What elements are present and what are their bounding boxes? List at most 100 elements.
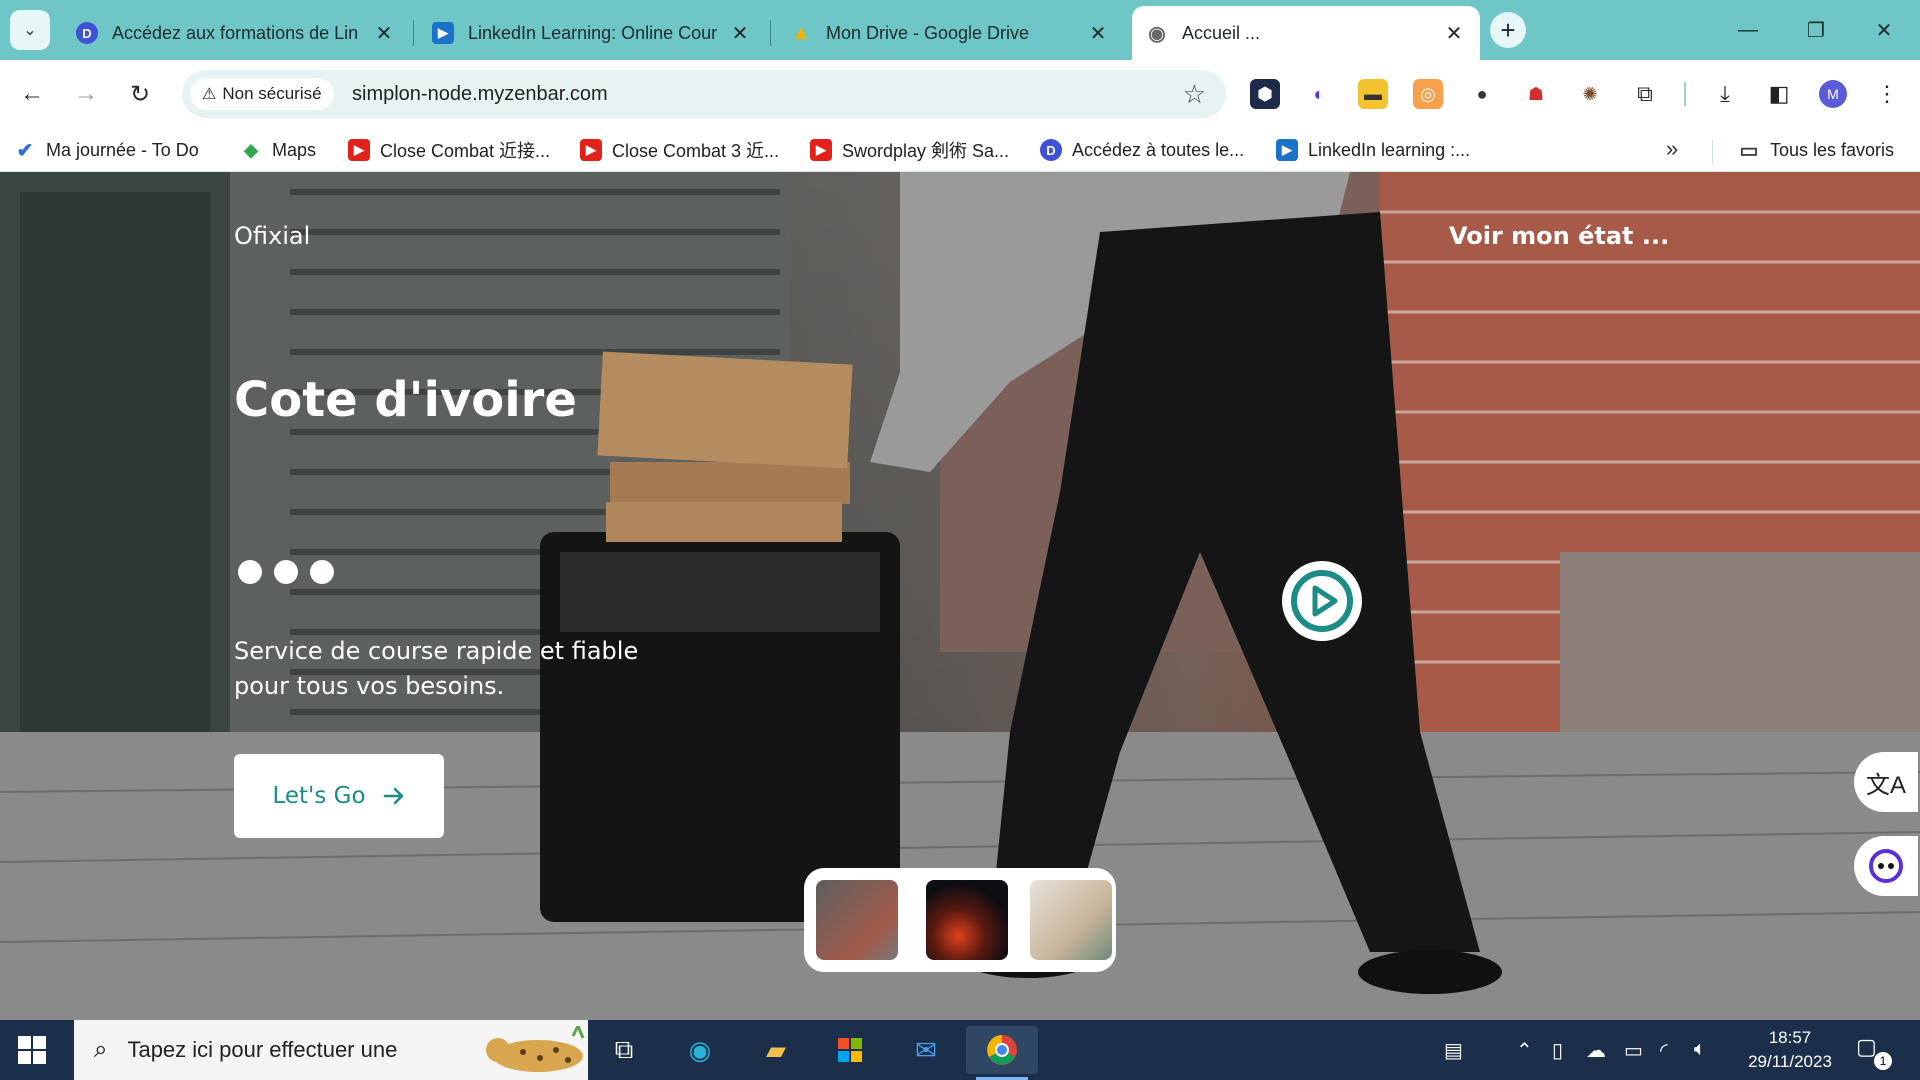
browser-toolbar: ← → ↻ ⚠ Non sécurisé simplon-node.myzenb…: [0, 60, 1920, 128]
arrow-right-icon: [383, 787, 403, 805]
close-icon[interactable]: ✕: [372, 21, 396, 46]
google-drive-icon: ▲: [791, 21, 811, 44]
chrome-icon[interactable]: [966, 1026, 1038, 1080]
address-bar[interactable]: ⚠ Non sécurisé simplon-node.myzenbar.com…: [182, 70, 1226, 118]
file-explorer-icon[interactable]: ▰: [746, 1026, 806, 1074]
hero-section: Ofixial Voir mon état ... Cote d'ivoire …: [0, 172, 1920, 1020]
extension-owl-icon[interactable]: ☗: [1521, 79, 1551, 109]
chat-bubble-icon: ▢: [1856, 1034, 1877, 1059]
search-placeholder: Tapez ici pour effectuer une: [127, 1037, 398, 1062]
youtube-icon: ▶: [348, 139, 370, 161]
side-panel-icon[interactable]: ◧: [1764, 79, 1794, 109]
bookmarks-overflow-chevron-icon[interactable]: »: [1666, 136, 1678, 162]
bookmark-close-combat[interactable]: ▶ Close Combat 近接...: [348, 136, 550, 164]
meet-now-icon[interactable]: ▯: [1552, 1038, 1563, 1063]
globe-icon: ◉: [1148, 22, 1166, 45]
download-icon[interactable]: ⤓: [1710, 79, 1740, 109]
notification-center-icon[interactable]: ▢ 1: [1856, 1034, 1892, 1070]
bookmarks-bar: ✔ Ma journée - To Do ◆ Maps ▶ Close Comb…: [0, 128, 1920, 172]
all-bookmarks-button[interactable]: ▭ Tous les favoris: [1738, 136, 1895, 164]
bookmark-star-icon[interactable]: ☆: [1183, 79, 1206, 110]
bookmark-linkedin-learning[interactable]: ▶ LinkedIn learning :...: [1276, 136, 1470, 164]
tab-divider: [413, 20, 414, 46]
kebab-menu-icon[interactable]: ⋮: [1872, 79, 1902, 109]
chevron-up-icon[interactable]: ⌃: [1516, 1038, 1533, 1063]
tab-search-button[interactable]: ⌄: [10, 10, 50, 50]
new-tab-button[interactable]: +: [1490, 12, 1526, 48]
bookmark-todo[interactable]: ✔ Ma journée - To Do: [14, 136, 199, 164]
extension-balls-icon[interactable]: ●: [1467, 79, 1497, 109]
minimize-button[interactable]: —: [1728, 12, 1768, 48]
d-logo-icon: D: [1040, 139, 1062, 161]
bookmark-label: Close Combat 3 近...: [612, 141, 780, 161]
close-icon[interactable]: ✕: [728, 21, 752, 46]
thumbnail-night-road[interactable]: [926, 880, 1008, 960]
volume-icon[interactable]: 🔈︎: [1694, 1038, 1706, 1061]
toolbar-divider: [1684, 82, 1686, 106]
profile-avatar[interactable]: M: [1819, 80, 1847, 108]
play-video-button[interactable]: [1282, 561, 1362, 641]
security-chip[interactable]: ⚠ Non sécurisé: [190, 78, 334, 110]
security-label: Non sécurisé: [222, 84, 322, 103]
bookmark-label: LinkedIn learning :...: [1308, 139, 1471, 160]
extension-folder-icon[interactable]: ▬: [1358, 79, 1388, 109]
wifi-icon[interactable]: ◜: [1660, 1038, 1668, 1063]
tab-title: Accueil ...: [1182, 22, 1261, 43]
thumbnail-delivery[interactable]: [816, 880, 898, 960]
chrome-logo-icon: [987, 1035, 1017, 1065]
tab-formations[interactable]: D Accédez aux formations de Lin ✕: [62, 6, 410, 60]
bookmark-swordplay[interactable]: ▶ Swordplay 剣術 Sa...: [810, 136, 1009, 164]
extension-camera-icon[interactable]: ◎: [1413, 79, 1443, 109]
bookmark-close-combat-3[interactable]: ▶ Close Combat 3 近...: [580, 136, 779, 164]
linkedin-learning-icon: ▶: [432, 22, 454, 44]
tab-accueil[interactable]: ◉ Accueil ... ✕: [1132, 6, 1480, 60]
brand-logo[interactable]: Ofixial: [234, 222, 310, 250]
bookmark-label: Ma journée - To Do: [46, 139, 199, 160]
puzzle-icon[interactable]: ⧉: [1630, 79, 1660, 109]
taskbar-clock[interactable]: 18:57 29/11/2023: [1740, 1026, 1840, 1074]
close-window-button[interactable]: ✕: [1864, 12, 1904, 48]
tab-title: Mon Drive - Google Drive: [826, 22, 1030, 43]
dot: [238, 560, 262, 584]
youtube-icon: ▶: [580, 139, 602, 161]
reload-button[interactable]: ↻: [122, 76, 158, 112]
tab-divider: [770, 20, 771, 46]
translate-button[interactable]: 文A: [1854, 752, 1918, 812]
thumbnail-moving-boxes[interactable]: [1030, 880, 1112, 960]
onedrive-cloud-icon[interactable]: ☁: [1586, 1038, 1606, 1063]
bookmark-maps[interactable]: ◆ Maps: [240, 136, 316, 164]
nav-status-link[interactable]: Voir mon état ...: [1449, 222, 1669, 250]
windows-start-icon[interactable]: [18, 1036, 46, 1064]
assistant-button[interactable]: [1854, 836, 1918, 896]
microsoft-store-icon[interactable]: [820, 1026, 880, 1074]
extension-shield-icon[interactable]: ⬢: [1250, 79, 1280, 109]
tab-title: Accédez aux formations de Lin: [112, 22, 359, 43]
all-bookmarks-label: Tous les favoris: [1770, 139, 1895, 160]
close-icon[interactable]: ✕: [1086, 21, 1110, 46]
news-widget-icon[interactable]: ▤: [1444, 1038, 1463, 1063]
taskbar-search-box[interactable]: ⌕ Tapez ici pour effectuer une: [74, 1020, 588, 1080]
tab-linkedin-learning[interactable]: ▶ LinkedIn Learning: Online Cour ✕: [418, 6, 766, 60]
dot: [310, 560, 334, 584]
task-view-icon[interactable]: ⧉: [594, 1026, 654, 1074]
battery-icon[interactable]: ▭: [1624, 1038, 1643, 1063]
mail-icon[interactable]: ✉: [896, 1026, 956, 1074]
youtube-icon: ▶: [810, 139, 832, 161]
windows-taskbar: ⌕ Tapez ici pour effectuer une ⧉ ◉ ▰ ✉ ▤…: [0, 1020, 1920, 1080]
d-logo-icon: D: [76, 22, 98, 44]
search-icon: ⌕: [94, 1036, 108, 1063]
image-thumbnail-strip: [804, 868, 1116, 972]
forward-button[interactable]: →: [68, 76, 104, 112]
url-text[interactable]: simplon-node.myzenbar.com: [352, 83, 608, 106]
extension-cookie-icon[interactable]: ✺: [1575, 79, 1605, 109]
search-highlight-leopard-icon: [486, 1026, 585, 1072]
bookmark-accedez[interactable]: D Accédez à toutes le...: [1040, 136, 1244, 164]
lets-go-button[interactable]: Let's Go: [234, 754, 444, 838]
tab-google-drive[interactable]: ▲ Mon Drive - Google Drive ✕: [776, 6, 1124, 60]
close-icon[interactable]: ✕: [1442, 21, 1466, 46]
restore-button[interactable]: ❐: [1796, 12, 1836, 48]
edge-browser-icon[interactable]: ◉: [670, 1026, 730, 1074]
clock-time: 18:57: [1768, 1028, 1812, 1047]
back-button[interactable]: ←: [14, 76, 50, 112]
extension-face-icon[interactable]: ◐: [1304, 79, 1334, 109]
